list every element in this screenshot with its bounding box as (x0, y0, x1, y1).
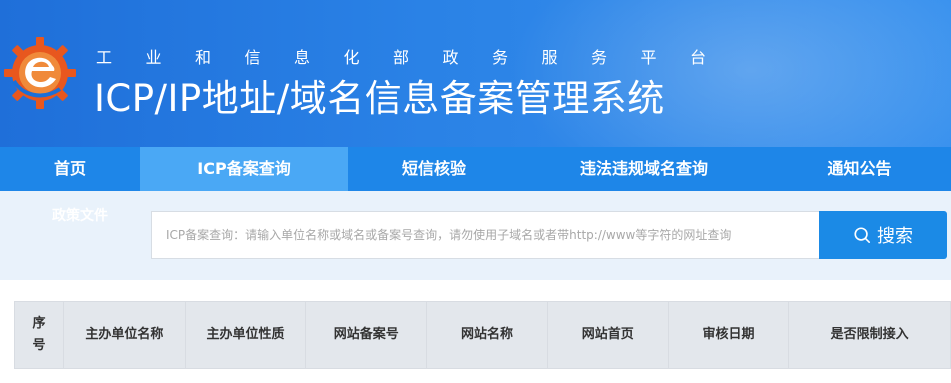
column-header-record-number: 网站备案号 (306, 302, 428, 368)
nav-item-sms-verify[interactable]: 短信核验 (348, 147, 520, 191)
column-header-access-restricted: 是否限制接入 (830, 327, 909, 342)
search-input[interactable] (151, 211, 819, 259)
column-header-homepage: 网站首页 (548, 302, 669, 368)
results-table: 序号 主办单位名称 主办单位性质 网站备案号 网站名称 网站首页 审核日期 是否… (14, 301, 951, 369)
nav-item-icp-query[interactable]: ICP备案查询 (140, 147, 348, 191)
system-title: ICP/IP地址/域名信息备案管理系统 (94, 77, 665, 120)
nav-item-illegal-domain-query[interactable]: 违法违规域名查询 (520, 147, 768, 191)
table-header-row: 序号 主办单位名称 主办单位性质 网站备案号 网站名称 网站首页 审核日期 是否… (14, 301, 951, 369)
nav-item-policy-docs[interactable]: 政策文件 (52, 205, 108, 225)
main-nav: 首页 ICP备案查询 短信核验 违法违规域名查询 通知公告 (0, 147, 951, 191)
search-button-label: 搜索 (877, 226, 913, 247)
miit-logo-icon (4, 37, 76, 109)
column-header-index: 序号 (15, 302, 64, 368)
search-icon (854, 227, 871, 244)
column-header-org-name: 主办单位名称 (64, 302, 186, 368)
nav-item-notices[interactable]: 通知公告 (768, 147, 951, 191)
platform-name: 工业和信息化部政务服务平台 (96, 48, 740, 67)
column-header-review-date: 审核日期 (669, 302, 790, 368)
search-area: 政策文件 搜索 (0, 191, 951, 280)
search-button[interactable]: 搜索 (819, 211, 947, 259)
header-banner: 工业和信息化部政务服务平台 ICP/IP地址/域名信息备案管理系统 (0, 0, 951, 147)
nav-item-home[interactable]: 首页 (0, 147, 140, 191)
column-header-org-type: 主办单位性质 (186, 302, 307, 368)
column-header-site-name: 网站名称 (427, 302, 548, 368)
